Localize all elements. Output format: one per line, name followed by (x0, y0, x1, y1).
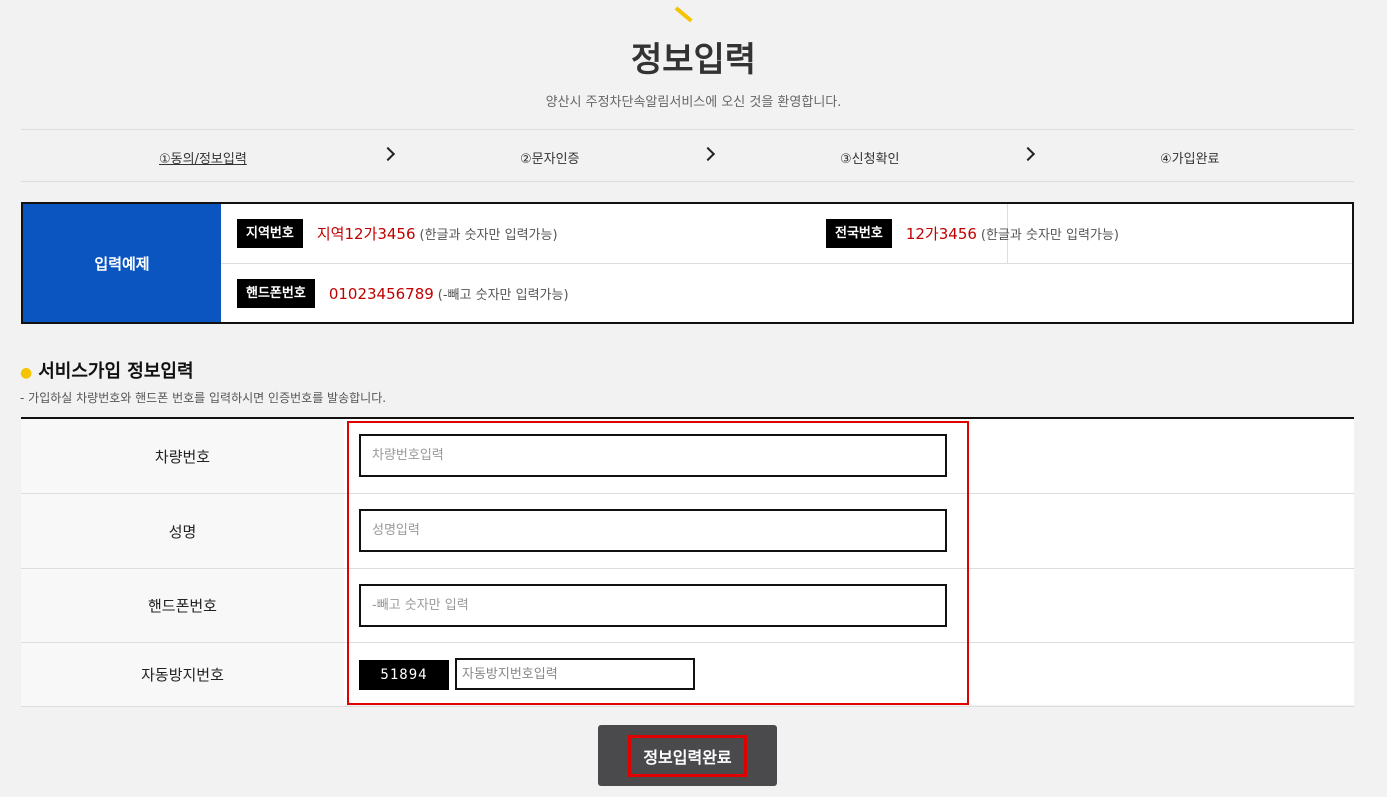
car-number-label: 차량번호 (21, 419, 344, 493)
car-number-input[interactable] (359, 434, 947, 477)
section-description-text: 가입하실 차량번호와 핸드폰 번호를 입력하시면 인증번호를 발송합니다. (28, 391, 387, 405)
example-phone-number: 핸드폰번호 01023456789 (-빼고 숫자만 입력가능) (237, 279, 569, 308)
name-input[interactable] (359, 509, 947, 552)
form-row-name: 성명 (21, 494, 1354, 569)
captcha-input[interactable] (455, 658, 695, 690)
example-heading: 입력예제 (23, 204, 221, 322)
local-number-note: (한글과 숫자만 입력가능) (419, 228, 558, 243)
page-subtitle: 양산시 주정차단속알림서비스에 오신 것을 환영합니다. (545, 95, 842, 110)
national-number-tag: 전국번호 (826, 219, 892, 248)
captcha-label: 자동방지번호 (21, 643, 344, 706)
signup-form: 차량번호 성명 핸드폰번호 자동방지번호 51894 (21, 417, 1354, 707)
example-row-plate: 지역번호 지역12가3456 (한글과 숫자만 입력가능) 전국번호 12가34… (221, 204, 1352, 264)
step-consent: ①동의/정보입력 (159, 152, 247, 167)
phone-number-value: 01023456789 (328, 284, 434, 303)
section-title-text: 서비스가입 정보입력 (38, 361, 194, 382)
example-national-number: 전국번호 12가3456 (한글과 숫자만 입력가능) (826, 219, 1119, 248)
phone-number-note: (-빼고 숫자만 입력가능) (437, 288, 569, 303)
phone-number-tag: 핸드폰번호 (237, 279, 315, 308)
submit-info-button[interactable]: 정보입력완료 (598, 725, 777, 786)
section-title: ● 서비스가입 정보입력 (20, 357, 194, 383)
national-number-value: 12가3456 (905, 225, 977, 243)
progress-steps: ①동의/정보입력 ②문자인증 ③신청확인 ④가입완료 (21, 129, 1354, 182)
section-description: - 가입하실 차량번호와 핸드폰 번호를 입력하시면 인증번호를 발송합니다. (20, 391, 387, 405)
form-row-captcha: 자동방지번호 51894 (21, 643, 1354, 707)
phone-input[interactable] (359, 584, 947, 627)
page-title: 정보입력 (630, 40, 757, 80)
national-number-note: (한글과 숫자만 입력가능) (980, 228, 1119, 243)
name-label: 성명 (21, 494, 344, 568)
chevron-right-icon (1020, 146, 1036, 162)
title-decoration (674, 6, 693, 23)
example-local-number: 지역번호 지역12가3456 (한글과 숫자만 입력가능) (237, 219, 558, 248)
step-confirm: ③신청확인 (840, 152, 900, 167)
phone-label: 핸드폰번호 (21, 569, 344, 642)
form-row-car-number: 차량번호 (21, 419, 1354, 494)
form-row-phone: 핸드폰번호 (21, 569, 1354, 643)
step-sms-auth: ②문자인증 (520, 152, 580, 167)
chevron-right-icon (700, 146, 716, 162)
input-example-box: 입력예제 지역번호 지역12가3456 (한글과 숫자만 입력가능) 전국번호 … (21, 202, 1354, 324)
step-complete: ④가입완료 (1160, 152, 1220, 167)
submit-info-label: 정보입력완료 (628, 734, 747, 777)
chevron-right-icon (380, 146, 396, 162)
captcha-image: 51894 (359, 660, 449, 690)
local-number-value: 지역12가3456 (316, 225, 416, 243)
bullet-icon: ● (20, 365, 33, 381)
local-number-tag: 지역번호 (237, 219, 303, 248)
